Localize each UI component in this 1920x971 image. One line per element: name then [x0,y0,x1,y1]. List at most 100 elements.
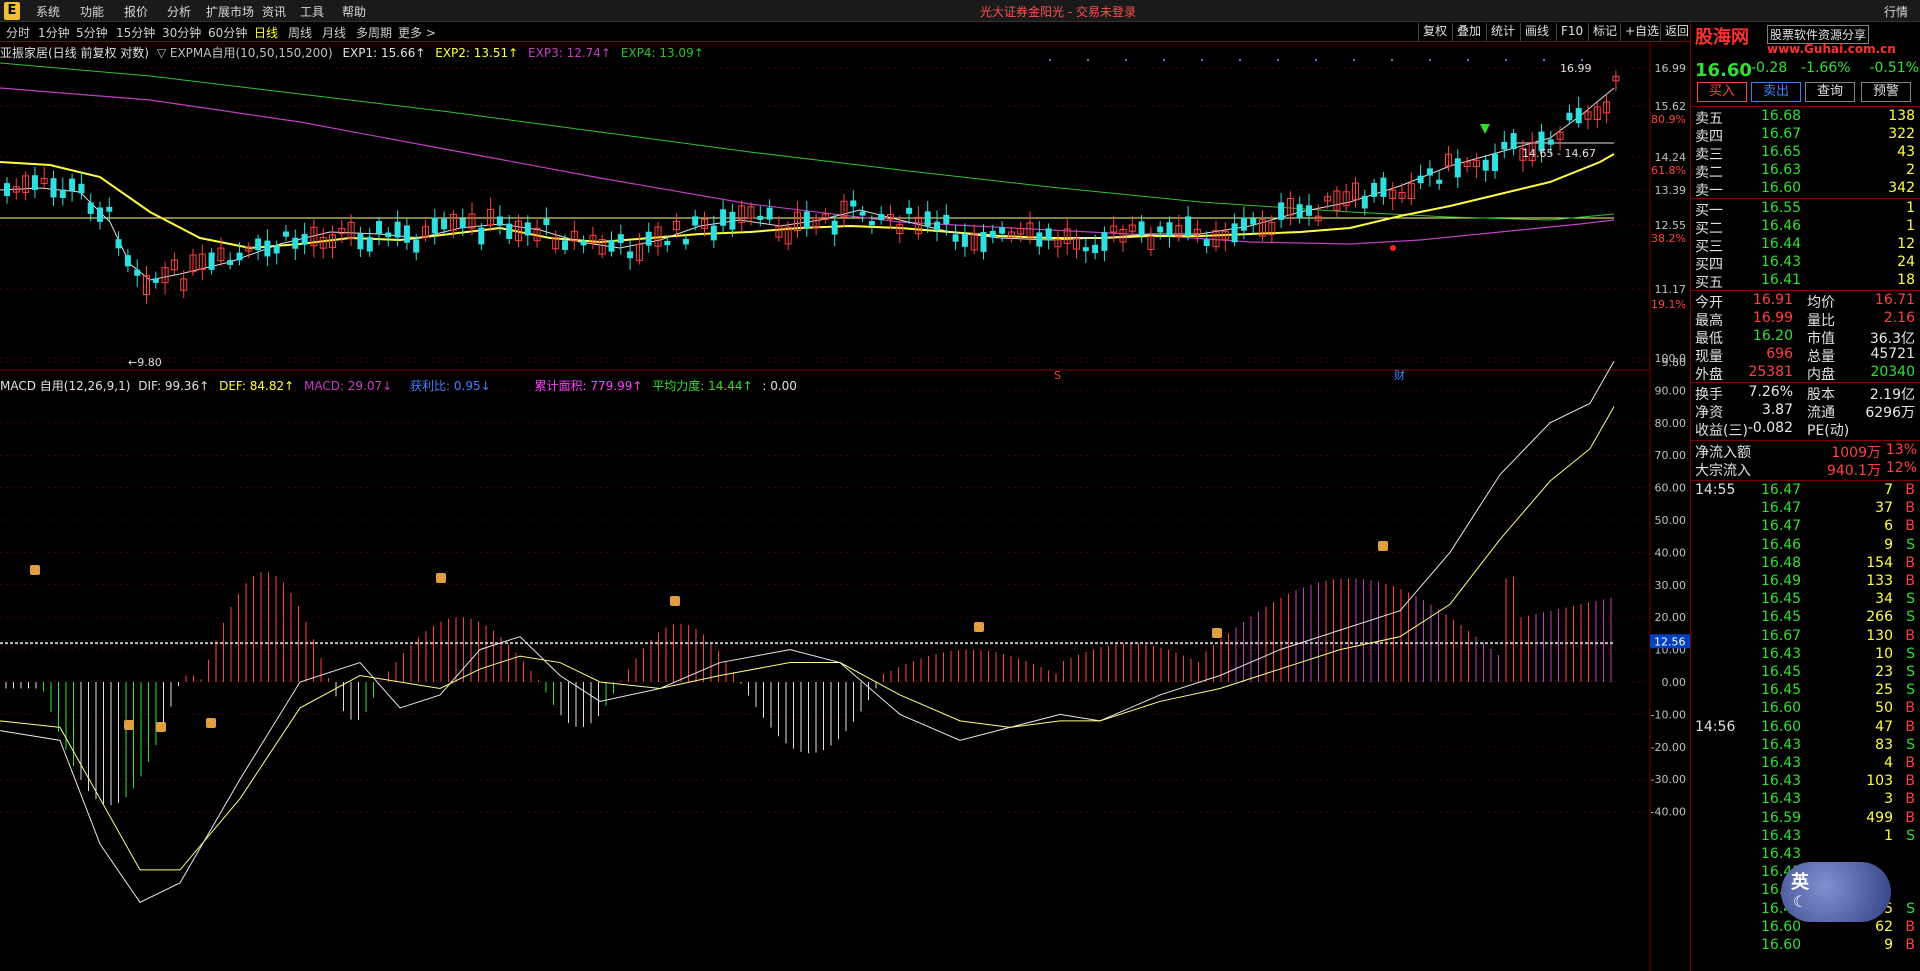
marker-dot [1391,59,1393,61]
dif-value: DIF: 99.36↑ [138,379,210,393]
tick-price: 16.59 [1761,809,1802,826]
price-tick-label: 12.55 [1655,219,1687,232]
macd-histogram [5,572,1612,806]
tick-price: 16.43 [1761,773,1802,790]
candle-body [264,240,271,257]
toolbar-button-2[interactable]: 统计 [1486,23,1519,41]
tick-price: 16.45 [1761,591,1802,608]
stat-value: 16.99 [1752,310,1793,326]
marker-dot [1505,59,1507,61]
timeframe-1[interactable]: 1分钟 [38,24,70,41]
kline-chart[interactable]: 16.99 15.6280.9% 14.2461.8% 13.39 12.5538.2%… [0,42,1690,971]
tick-price: 16.60 [1761,718,1802,735]
trade-button-0[interactable]: 买入 [1697,82,1747,102]
candle-body [236,252,243,261]
tick-side: B [1905,627,1915,644]
def-value: DEF: 84.82↑ [219,379,295,393]
menu-bar: E 光大证券金阳光 - 交易未登录 行情 系统 功能 报价 分析 扩展市场 资讯 工具 帮助 [0,0,1920,22]
tick-volume: 1 [1884,827,1893,844]
toolbar-button-6[interactable]: +自选 [1620,23,1663,41]
menu-item-3[interactable]: 分析 [167,3,191,20]
candle-body [627,251,634,259]
tick-side: S [1906,536,1915,553]
quote-row: 买一 16.55 1 [1691,200,1920,219]
toolbar-button-4[interactable]: F10 [1556,23,1587,41]
menu-item-0[interactable]: 系统 [36,3,60,20]
macd-tick-label: 20.00 [1655,611,1687,624]
candle-body [1166,222,1173,236]
candle-body [459,218,466,228]
candle-body [524,222,531,236]
timeframe-2[interactable]: 5分钟 [76,24,108,41]
stat-label: 量比 [1807,313,1835,329]
macd-tick-label: -40.00 [1651,806,1686,819]
menu-item-5[interactable]: 资讯 [262,3,286,20]
timeframe-10[interactable]: 更多 > [398,24,436,41]
candle-body [989,230,996,238]
tick-volume: 103 [1866,773,1893,790]
menu-item-4[interactable]: 扩展市场 [206,3,254,20]
timeframe-5[interactable]: 60分钟 [208,24,247,41]
menu-item-7[interactable]: 帮助 [342,3,366,20]
exp4-value: EXP4: 13.09↑ [620,46,704,60]
timeframe-0[interactable]: 分时 [6,24,30,41]
candle-body [692,216,699,226]
ask-label: 卖三 [1695,147,1723,163]
candle-body [59,189,66,199]
stat-value: 2.19亿 [1869,387,1915,403]
stat-label: 最低 [1695,331,1723,347]
trade-button-2[interactable]: 查询 [1805,82,1855,102]
ime-widget[interactable]: 英 ☾ [1781,862,1891,922]
tick-volume: 9 [1884,937,1893,953]
candle-body [1547,139,1554,145]
candle-body [859,211,866,216]
macd-tick-label: -20.00 [1651,741,1686,754]
macd-name[interactable]: MACD 自用(12,26,9,1) [0,379,130,393]
quote-row: 16.67 130 B [1691,628,1920,646]
candle-body [496,216,503,226]
timeframe-4[interactable]: 30分钟 [162,24,201,41]
toolbar-button-1[interactable]: 叠加 [1452,23,1485,41]
candle-body [431,217,438,234]
marker-dot [1581,59,1583,61]
s-mark[interactable]: S [1054,369,1061,382]
coin-icon [436,573,446,583]
tick-side: B [1905,500,1915,517]
candle-body [413,239,420,253]
stat-value: 16.71 [1874,292,1915,308]
price-tick-label: 38.2% [1651,232,1686,245]
timeframe-8[interactable]: 月线 [322,24,346,41]
macd-value: MACD: 29.07↓ [303,379,393,393]
candle-body [87,202,94,214]
price-tick-label: 15.62 [1655,100,1687,113]
menu-item-6[interactable]: 工具 [300,3,324,20]
menu-item-hangqing[interactable]: 行情 [1884,3,1908,20]
quote-row: 16.43 103 B [1691,773,1920,791]
separator [1691,290,1920,291]
timeframe-9[interactable]: 多周期 [356,24,392,41]
tick-price: 16.43 [1761,755,1802,771]
coin-icon [206,718,216,728]
tick-side: S [1906,827,1915,844]
expma-label[interactable]: ▽ EXPMA自用(10,50,150,200) [157,46,333,60]
quote-row: 16.43 4 B [1691,755,1920,773]
toolbar-button-0[interactable]: 复权 [1418,23,1451,41]
trade-button-1[interactable]: 卖出 [1751,82,1801,102]
cai-mark[interactable]: 财 [1394,368,1405,382]
ask-label: 卖二 [1695,165,1723,181]
tick-side: S [1906,645,1915,662]
menu-item-1[interactable]: 功能 [80,3,104,20]
candle-body [124,255,131,267]
candle-body [441,218,448,230]
timeframe-3[interactable]: 15分钟 [116,24,155,41]
trade-button-3[interactable]: 预警 [1861,82,1911,102]
menu-item-2[interactable]: 报价 [124,3,148,20]
toolbar-button-7[interactable]: 返回 [1660,23,1693,41]
price-tick-label: 19.1% [1651,298,1686,311]
stat-value: 6296万 [1865,405,1915,421]
tick-price: 16.46 [1761,536,1802,553]
toolbar-button-3[interactable]: 画线 [1520,23,1553,41]
timeframe-7[interactable]: 周线 [288,24,312,41]
toolbar-button-5[interactable]: 标记 [1588,23,1621,41]
timeframe-6[interactable]: 日线 [254,24,278,41]
